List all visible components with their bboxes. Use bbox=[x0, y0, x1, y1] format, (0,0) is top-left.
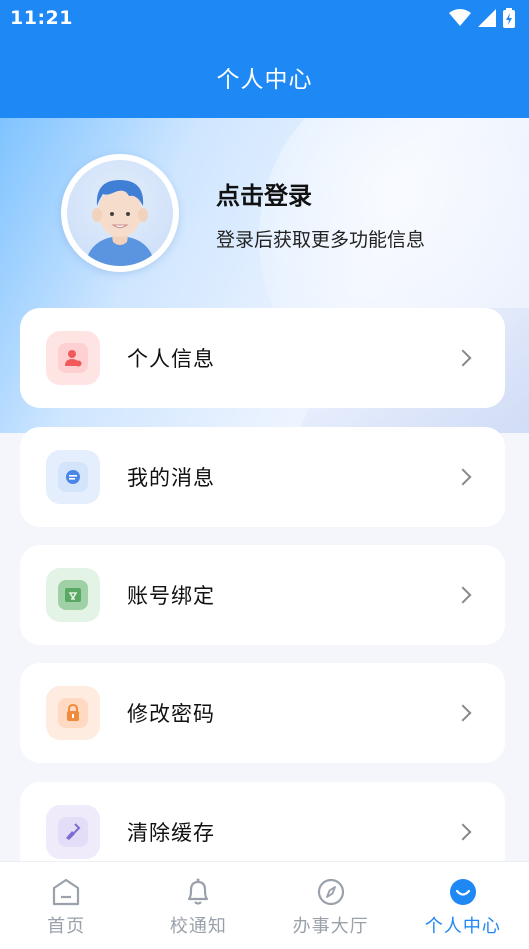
status-icons bbox=[449, 8, 515, 28]
menu-icon-wrap bbox=[46, 686, 100, 740]
signal-icon bbox=[478, 9, 496, 27]
login-prompt[interactable]: 点击登录 bbox=[216, 176, 312, 211]
compass-icon bbox=[315, 876, 347, 908]
page-title: 个人中心 bbox=[216, 67, 313, 93]
chevron-right-icon bbox=[454, 349, 472, 367]
lock-icon bbox=[58, 698, 88, 728]
chevron-right-icon bbox=[454, 586, 472, 604]
default-avatar-icon bbox=[85, 180, 155, 266]
tab-notices[interactable]: 校通知 bbox=[132, 862, 264, 949]
home-icon bbox=[50, 876, 82, 908]
app-header: 个人中心 bbox=[0, 36, 529, 118]
chevron-right-icon bbox=[454, 823, 472, 841]
status-time: 11:21 bbox=[10, 7, 73, 29]
avatar[interactable] bbox=[61, 154, 179, 272]
menu-icon-wrap bbox=[46, 805, 100, 859]
status-bar: 11:21 bbox=[0, 0, 529, 36]
menu-item-account-binding[interactable]: 账号绑定 bbox=[20, 545, 505, 645]
broom-icon bbox=[58, 817, 88, 847]
tab-label: 校通知 bbox=[169, 916, 227, 937]
chevron-right-icon bbox=[454, 468, 472, 486]
menu-item-personal-info[interactable]: 个人信息 bbox=[20, 308, 505, 408]
link-icon bbox=[58, 580, 88, 610]
menu-item-label: 账号绑定 bbox=[127, 584, 215, 608]
login-subtitle: 登录后获取更多功能信息 bbox=[216, 229, 426, 251]
message-icon bbox=[58, 462, 88, 492]
menu-item-label: 清除缓存 bbox=[127, 821, 215, 845]
menu-icon-wrap bbox=[46, 568, 100, 622]
menu-item-my-messages[interactable]: 我的消息 bbox=[20, 427, 505, 527]
battery-icon bbox=[503, 8, 515, 28]
tab-personal-center[interactable]: 个人中心 bbox=[397, 862, 529, 949]
menu-item-label: 个人信息 bbox=[127, 347, 215, 371]
bell-icon bbox=[182, 876, 214, 908]
avatar-image bbox=[67, 160, 173, 266]
menu-item-label: 我的消息 bbox=[127, 466, 215, 490]
bottom-tab-bar: 首页 校通知 办事大厅 个人中心 bbox=[0, 861, 529, 949]
tab-service-hall[interactable]: 办事大厅 bbox=[265, 862, 397, 949]
menu-item-label: 修改密码 bbox=[127, 702, 215, 726]
user-icon bbox=[58, 343, 88, 373]
tab-label: 个人中心 bbox=[424, 916, 501, 937]
chevron-right-icon bbox=[454, 704, 472, 722]
tab-home[interactable]: 首页 bbox=[0, 862, 132, 949]
smile-icon bbox=[447, 876, 479, 908]
menu-icon-wrap bbox=[46, 450, 100, 504]
wifi-icon bbox=[449, 9, 471, 26]
menu-item-change-password[interactable]: 修改密码 bbox=[20, 663, 505, 763]
menu-icon-wrap bbox=[46, 331, 100, 385]
tab-label: 首页 bbox=[47, 916, 86, 937]
tab-label: 办事大厅 bbox=[292, 916, 369, 937]
